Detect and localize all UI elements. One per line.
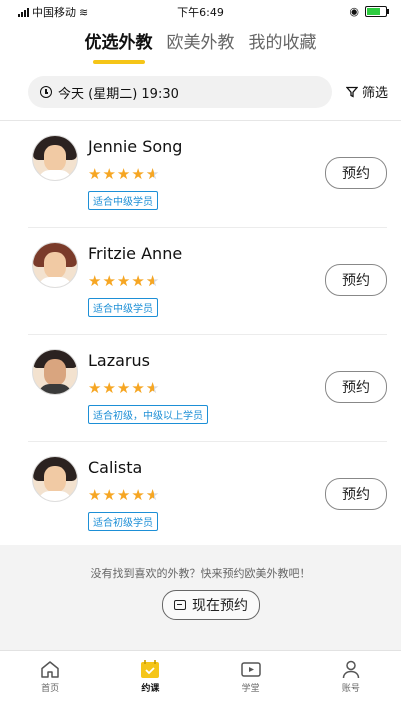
star-icon: ★ [131,272,146,290]
star-icon: ★ [102,486,117,504]
teacher-avatar [32,456,78,502]
nav-home[interactable]: 首页 [0,651,100,701]
level-tag: 适合中级学员 [88,191,158,210]
level-tag: 适合初级，中级以上学员 [88,405,208,424]
teacher-name: Jennie Song [88,137,183,156]
filter-button[interactable]: 筛选 [346,82,388,101]
teacher-name: Lazarus [88,351,150,370]
tab-western-teachers[interactable]: 欧美外教 [167,28,235,64]
nav-account-label: 账号 [341,683,360,694]
star-icon: ★ [131,379,146,397]
star-icon: ★ [116,272,132,290]
home-icon [41,660,59,678]
book-now-button[interactable]: 现在预约 [162,590,260,620]
user-icon [342,660,360,678]
book-button[interactable]: 预约 [325,157,387,189]
video-icon [240,661,261,677]
star-rating: ★★★★★ ★ [88,486,160,504]
teacher-card[interactable]: Fritzie Anne ★★★★★ ★ 适合中级学员 预约 [28,228,387,335]
status-bar: 中国移动 ≋ 下午6:49 ◉ [0,0,401,22]
orientation-lock-icon: ◉ [349,5,359,18]
star-icon: ★ [88,165,103,183]
level-tag: 适合中级学员 [88,298,158,317]
teacher-list: Jennie Song ★★★★★ ★ 适合中级学员 预约 Fritzie Ann… [0,121,401,549]
date-selector[interactable]: 今天 (星期二) 19:30 [28,76,332,108]
nav-classroom[interactable]: 学堂 [201,651,301,701]
book-now-label: 现在预约 [192,598,248,614]
filter-label: 筛选 [362,86,389,101]
nav-home-label: 首页 [41,683,60,694]
tab-selected-teachers[interactable]: 优选外教 [85,28,153,64]
nav-account[interactable]: 账号 [301,651,401,701]
funnel-icon [346,86,358,98]
promo-section: 没有找到喜欢的外教？快来预约欧美外教吧！ 现在预约 [0,545,401,650]
teacher-card[interactable]: Calista ★★★★★ ★ 适合初级学员 预约 [28,442,387,549]
teacher-avatar [32,242,78,288]
star-icon: ★ [88,486,103,504]
star-icon: ★ [116,486,132,504]
calendar-icon [141,659,160,678]
teacher-avatar [32,349,78,395]
bottom-nav: 首页 约课 学堂 账号 [0,650,401,701]
star-icon: ★ [131,486,146,504]
top-tab-bar: 优选外教 欧美外教 我的收藏 [0,28,401,64]
nav-classroom-label: 学堂 [241,683,260,694]
half-star-icon: ★ ★ [145,379,161,397]
star-icon: ★ [88,379,103,397]
half-star-icon: ★ ★ [145,165,161,183]
teacher-name: Fritzie Anne [88,244,183,263]
star-rating: ★★★★★ ★ [88,272,160,290]
nav-booking[interactable]: 约课 [100,651,200,701]
star-icon: ★ [102,165,117,183]
book-button[interactable]: 预约 [325,264,387,296]
teacher-avatar [32,135,78,181]
filter-row: 今天 (星期二) 19:30 筛选 [0,76,401,110]
level-tag: 适合初级学员 [88,512,158,531]
book-button[interactable]: 预约 [325,371,387,403]
date-label: 今天 (星期二) 19:30 [58,86,179,102]
half-star-icon: ★ ★ [145,272,161,290]
teacher-card[interactable]: Lazarus ★★★★★ ★ 适合初级，中级以上学员 预约 [28,335,387,442]
teacher-card[interactable]: Jennie Song ★★★★★ ★ 适合中级学员 预约 [28,121,387,228]
star-icon: ★ [131,165,146,183]
star-icon: ★ [116,379,132,397]
teacher-name: Calista [88,458,143,477]
calendar-note-icon [174,600,186,610]
star-rating: ★★★★★ ★ [88,379,160,397]
half-star-icon: ★ ★ [145,486,161,504]
star-icon: ★ [102,379,117,397]
star-icon: ★ [102,272,117,290]
nav-booking-label: 约课 [141,683,160,694]
clock-icon [40,86,52,98]
battery-icon [365,6,389,17]
book-button[interactable]: 预约 [325,478,387,510]
star-rating: ★★★★★ ★ [88,165,160,183]
tab-favorites[interactable]: 我的收藏 [249,28,317,64]
status-time: 下午6:49 [177,6,224,19]
star-icon: ★ [116,165,132,183]
promo-text: 没有找到喜欢的外教？快来预约欧美外教吧！ [90,567,311,580]
star-icon: ★ [88,272,103,290]
